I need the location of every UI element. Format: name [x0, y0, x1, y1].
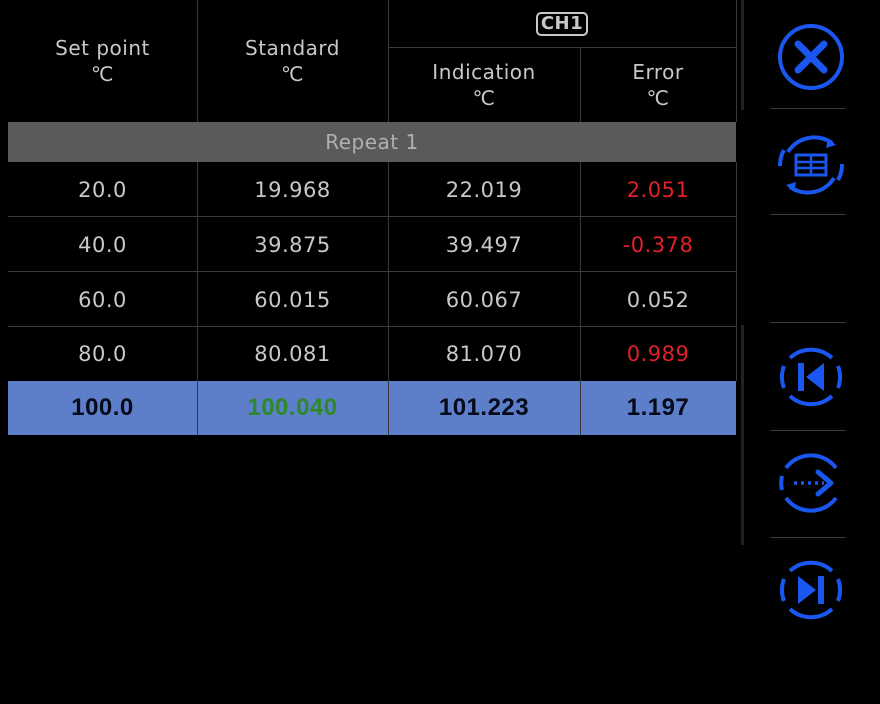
header-standard: Standard ℃: [197, 0, 388, 122]
next-button[interactable]: [776, 448, 846, 518]
cell-error: 1.197: [626, 394, 690, 421]
close-icon: [778, 24, 844, 90]
header-set-point: Set point ℃: [8, 0, 197, 122]
grid-line: [388, 162, 389, 435]
header-set-point-unit: ℃: [91, 62, 114, 86]
header-set-point-label: Set point: [55, 36, 150, 60]
sidebar-divider: [741, 0, 744, 110]
cell-indication: 81.070: [445, 342, 523, 366]
header-error-unit: ℃: [646, 86, 670, 110]
grid-line: [8, 271, 736, 272]
cell-standard: 100.040: [247, 394, 338, 421]
cell-error: 0.989: [626, 342, 690, 366]
grid-line: [8, 326, 736, 327]
header-indication-label: Indication: [432, 60, 536, 84]
next-dotted-arrow-icon: [779, 453, 838, 513]
cell-indication: 39.497: [445, 232, 523, 257]
first-step-button[interactable]: [776, 342, 846, 412]
cell-standard: 19.968: [254, 177, 331, 202]
cell-indication: 22.019: [445, 177, 523, 202]
header-error: Error ℃: [580, 48, 736, 122]
grid-line: [197, 0, 198, 122]
skip-first-icon: [780, 347, 842, 407]
cell-standard: 39.875: [254, 232, 331, 257]
table-refresh-icon: [778, 135, 844, 195]
cell-error: -0.378: [622, 232, 694, 257]
sidebar-divider: [741, 325, 744, 545]
skip-last-icon: [780, 560, 842, 620]
header-indication-unit: ℃: [472, 86, 496, 110]
grid-line: [197, 162, 198, 435]
cell-indication: 101.223: [438, 394, 530, 421]
header-channel: CH1: [388, 0, 736, 48]
grid-line: [8, 216, 736, 217]
last-step-button[interactable]: [776, 555, 846, 625]
grid-line: [736, 0, 737, 122]
cell-set-point: 60.0: [78, 287, 127, 312]
channel-badge: CH1: [535, 12, 589, 36]
header-error-label: Error: [632, 60, 684, 84]
calibration-table: Set point ℃ Standard ℃ CH1 Indication ℃ …: [8, 0, 737, 436]
sidebar-separator: [770, 322, 846, 323]
cell-standard: 80.081: [254, 342, 331, 366]
sidebar-separator: [770, 537, 846, 538]
sidebar-separator: [770, 108, 846, 109]
table-view-button[interactable]: [776, 130, 846, 200]
cell-indication: 60.067: [445, 287, 523, 312]
header-indication: Indication ℃: [388, 48, 580, 122]
close-button[interactable]: [776, 22, 846, 92]
grid-line: [580, 48, 581, 122]
grid-line: [580, 162, 581, 435]
cell-error: 2.051: [626, 177, 690, 202]
cell-set-point: 100.0: [71, 394, 134, 421]
cell-standard: 60.015: [254, 287, 331, 312]
cell-error: 0.052: [626, 287, 690, 312]
cell-set-point: 20.0: [78, 177, 127, 202]
cell-set-point: 80.0: [78, 342, 127, 366]
sidebar-separator: [770, 430, 846, 431]
grid-line: [388, 0, 389, 122]
repeat-label: Repeat 1: [8, 122, 736, 162]
header-standard-unit: ℃: [281, 62, 304, 86]
grid-line: [388, 47, 736, 48]
header-standard-label: Standard: [245, 36, 340, 60]
cell-set-point: 40.0: [78, 232, 127, 257]
grid-line: [736, 162, 737, 381]
sidebar-separator: [770, 214, 846, 215]
